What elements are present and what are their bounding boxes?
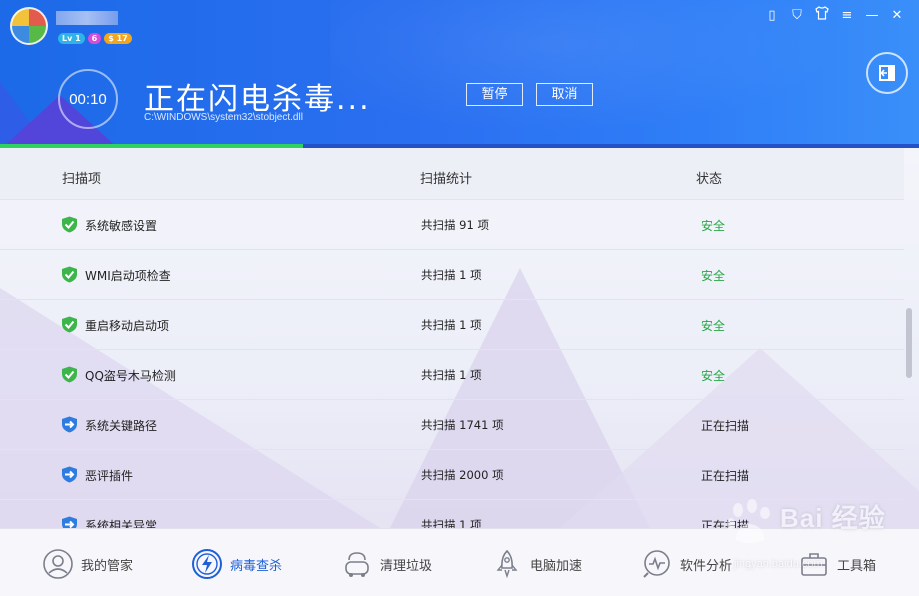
table-header: 扫描项 扫描统计 状态 xyxy=(0,148,904,200)
scan-item-status: 安全 xyxy=(701,219,726,233)
nav-item-speedup[interactable]: 电脑加速 xyxy=(491,547,582,581)
scan-item-name: 恶评插件 xyxy=(85,469,134,483)
scan-timer: 00:10 xyxy=(58,69,118,129)
coin-badge[interactable]: $ 17 xyxy=(104,33,132,44)
scan-item-count: 共扫描 1 项 xyxy=(421,518,482,528)
rocket-icon xyxy=(496,549,518,579)
minimize-icon[interactable]: — xyxy=(864,8,880,24)
scrollbar-thumb[interactable] xyxy=(906,308,912,378)
pause-button[interactable]: 暂停 xyxy=(466,83,523,106)
nav-label: 工具箱 xyxy=(837,558,877,574)
nav-label: 病毒查杀 xyxy=(230,558,283,574)
scan-item-list: 系统敏感设置 共扫描 91 项 安全 WMI启动项检查 共扫描 1 项 安全 重… xyxy=(0,200,904,528)
scan-item-status: 正在扫描 xyxy=(701,419,750,433)
table-row: 恶评插件 共扫描 2000 项 正在扫描 xyxy=(0,450,904,500)
scan-item-status: 安全 xyxy=(701,369,726,383)
nav-item-virus-scan[interactable]: 病毒查杀 xyxy=(191,547,282,581)
nav-label: 我的管家 xyxy=(81,558,134,574)
bottom-nav: 我的管家 病毒查杀 清理垃圾 电脑加速 软件分析 工具箱 xyxy=(0,528,919,596)
scan-item-status: 正在扫描 xyxy=(701,519,750,528)
scan-item-name: 重启移动启动项 xyxy=(85,319,170,333)
toolbox-icon xyxy=(801,553,827,576)
cancel-button[interactable]: 取消 xyxy=(536,83,593,106)
scan-item-count: 共扫描 1 项 xyxy=(421,318,482,332)
scanning-shield-icon xyxy=(62,516,77,528)
scan-item-name: 系统关键路径 xyxy=(85,419,158,433)
safe-shield-icon xyxy=(62,366,77,383)
skin-icon[interactable] xyxy=(814,6,830,25)
table-row: 系统相关异常 共扫描 1 项 正在扫描 xyxy=(0,500,904,528)
table-row: WMI启动项检查 共扫描 1 项 安全 xyxy=(0,250,904,300)
shirt-icon xyxy=(815,6,829,20)
scan-item-count: 共扫描 91 项 xyxy=(421,218,489,232)
scanning-shield-icon xyxy=(62,416,77,433)
column-header-item: 扫描项 xyxy=(62,172,102,187)
virus-scan-icon xyxy=(192,549,222,579)
window-controls: ▯ ⛉ ≡ — ✕ xyxy=(764,6,905,25)
nav-item-cleanup[interactable]: 清理垃圾 xyxy=(341,547,432,581)
phone-icon[interactable]: ▯ xyxy=(764,8,780,24)
nav-label: 清理垃圾 xyxy=(380,558,433,574)
nav-label: 电脑加速 xyxy=(530,558,583,574)
safe-shield-icon xyxy=(62,216,77,233)
scanning-shield-icon xyxy=(62,466,77,483)
scan-header: 用户 Lv 1 6 $ 17 ▯ ⛉ ≡ — ✕ 00:10 正在闪电杀毒...… xyxy=(0,0,919,148)
scan-file-path: C:\WINDOWS\system32\stobject.dll xyxy=(144,112,303,123)
scan-item-count: 共扫描 1 项 xyxy=(421,268,482,282)
nav-item-toolbox[interactable]: 工具箱 xyxy=(798,547,876,581)
safe-shield-icon xyxy=(62,266,77,283)
nav-item-software-analysis[interactable]: 软件分析 xyxy=(641,547,732,581)
column-header-status: 状态 xyxy=(696,172,723,187)
table-row: QQ盗号木马检测 共扫描 1 项 安全 xyxy=(0,350,904,400)
butler-icon xyxy=(43,549,73,579)
software-analysis-icon xyxy=(643,550,670,578)
scan-item-status: 安全 xyxy=(701,319,726,333)
scan-item-count: 共扫描 2000 项 xyxy=(421,468,504,482)
exit-panel-icon xyxy=(879,65,895,81)
shield-icon[interactable]: ⛉ xyxy=(789,8,805,24)
scan-results: 扫描项 扫描统计 状态 系统敏感设置 共扫描 91 项 安全 WMI启动项检查 … xyxy=(0,148,919,528)
scan-item-name: QQ盗号木马检测 xyxy=(85,369,176,383)
column-header-stats: 扫描统计 xyxy=(420,172,473,187)
scan-item-name: WMI启动项检查 xyxy=(85,269,171,283)
cleanup-icon xyxy=(345,552,369,577)
table-row: 重启移动启动项 共扫描 1 项 安全 xyxy=(0,300,904,350)
scan-item-name: 系统敏感设置 xyxy=(85,219,158,233)
avatar[interactable] xyxy=(10,7,48,45)
scan-item-status: 正在扫描 xyxy=(701,469,750,483)
table-row: 系统关键路径 共扫描 1741 项 正在扫描 xyxy=(0,400,904,450)
username[interactable]: 用户 xyxy=(56,11,118,25)
safe-shield-icon xyxy=(62,316,77,333)
nav-label: 软件分析 xyxy=(680,558,733,574)
scan-item-name: 系统相关异常 xyxy=(85,519,158,528)
close-icon[interactable]: ✕ xyxy=(889,8,905,24)
user-badges: Lv 1 6 $ 17 xyxy=(58,33,132,44)
scan-item-count: 共扫描 1741 项 xyxy=(421,418,504,432)
level-badge[interactable]: Lv 1 xyxy=(58,33,85,44)
collapse-panel-button[interactable] xyxy=(866,52,908,94)
scan-item-status: 安全 xyxy=(701,269,726,283)
menu-icon[interactable]: ≡ xyxy=(839,8,855,24)
table-row: 系统敏感设置 共扫描 91 项 安全 xyxy=(0,200,904,250)
nav-item-butler[interactable]: 我的管家 xyxy=(42,547,133,581)
scan-item-count: 共扫描 1 项 xyxy=(421,368,482,382)
gem-badge[interactable]: 6 xyxy=(87,33,102,44)
